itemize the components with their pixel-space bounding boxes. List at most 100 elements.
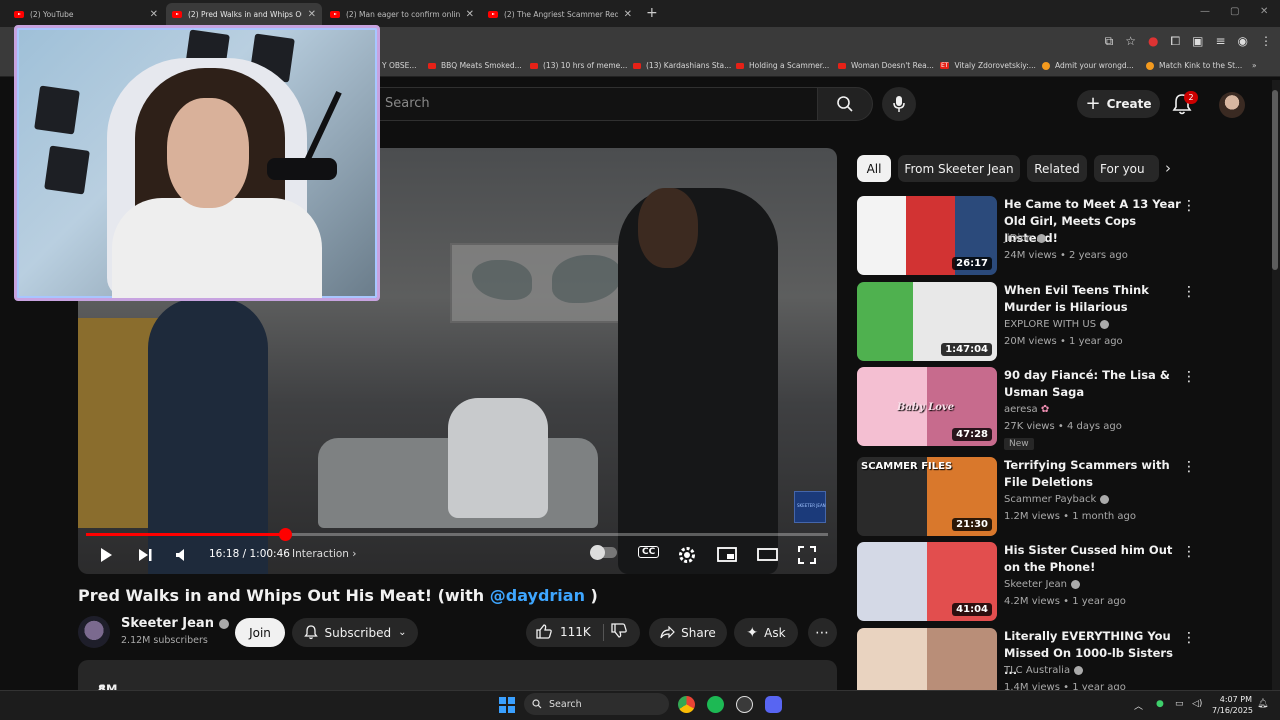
recommendation-channel[interactable]: JiDion xyxy=(1004,233,1046,244)
taskbar-search[interactable]: Search xyxy=(524,693,669,715)
windows-start-icon[interactable] xyxy=(499,697,515,713)
recommendation-item[interactable]: 1:47:04 When Evil Teens Think Murder is … xyxy=(857,282,1262,362)
bookmark-item[interactable]: Y OBSE... xyxy=(382,61,417,70)
network-icon[interactable]: ▭ xyxy=(1175,699,1184,709)
bookmark-item[interactable]: Woman Doesn't Rea... xyxy=(838,61,934,70)
recommendation-item[interactable]: 41:04 His Sister Cussed him Out on the P… xyxy=(857,542,1262,622)
bookmark-item[interactable]: ET Vitaly Zdorovetskiy:... xyxy=(940,61,1036,70)
video-thumbnail[interactable]: 26:17 xyxy=(857,196,997,275)
recommendation-channel[interactable]: Skeeter Jean xyxy=(1004,579,1081,590)
close-window-icon[interactable]: ✕ xyxy=(1260,6,1268,17)
voice-search-button[interactable] xyxy=(882,87,916,121)
bookmark-item[interactable]: (13) Kardashians Sta... xyxy=(633,61,731,70)
chrome-icon[interactable] xyxy=(678,696,695,713)
search-input[interactable]: Search xyxy=(372,87,817,121)
subscribed-button[interactable]: Subscribed ⌄ xyxy=(292,618,418,647)
minimize-icon[interactable]: — xyxy=(1200,6,1210,17)
chip-from-channel[interactable]: From Skeeter Jean xyxy=(898,155,1020,182)
search-button[interactable] xyxy=(817,87,873,121)
chapter-button[interactable]: Interaction › xyxy=(292,548,357,560)
video-thumbnail[interactable]: SCAMMER FILES 21:30 xyxy=(857,457,997,536)
theater-mode-icon[interactable] xyxy=(757,548,778,561)
tab-close-icon[interactable]: ✕ xyxy=(150,9,158,20)
thumbs-down-icon[interactable] xyxy=(611,623,627,638)
channel-watermark[interactable]: SKEETER JEAN xyxy=(794,491,826,523)
recommendation-channel[interactable]: Scammer Payback xyxy=(1004,494,1110,505)
more-actions-button[interactable]: ⋯ xyxy=(808,618,837,647)
settings-gear-icon[interactable] xyxy=(678,546,696,564)
obs-icon[interactable] xyxy=(736,696,753,713)
page-scrollbar[interactable] xyxy=(1272,80,1280,690)
bookmark-star-icon[interactable]: ☆ xyxy=(1125,34,1136,49)
more-vertical-icon[interactable]: ⋮ xyxy=(1182,198,1196,214)
captions-icon[interactable]: CC xyxy=(638,546,660,558)
progress-bar[interactable] xyxy=(86,528,828,541)
tab-close-icon[interactable]: ✕ xyxy=(624,9,632,20)
browser-tab-man-eager[interactable]: (2) Man eager to confirm onlin ✕ xyxy=(324,3,480,25)
volume-icon[interactable] xyxy=(175,548,191,562)
create-button[interactable]: + Create xyxy=(1077,90,1160,118)
channel-name[interactable]: Skeeter Jean xyxy=(121,616,229,631)
extension-icon[interactable]: ● xyxy=(1148,34,1158,49)
maximize-icon[interactable]: ▢ xyxy=(1230,6,1239,17)
install-app-icon[interactable]: ⧉ xyxy=(1105,34,1114,49)
video-thumbnail[interactable]: 41:04 xyxy=(857,542,997,621)
speaker-icon[interactable]: ◁) xyxy=(1192,699,1202,709)
recommendation-title[interactable]: His Sister Cussed him Out on the Phone! xyxy=(1004,542,1189,576)
more-vertical-icon[interactable]: ⋮ xyxy=(1182,284,1196,300)
more-vertical-icon[interactable]: ⋮ xyxy=(1182,369,1196,385)
recommendation-item[interactable]: Literally EVERYTHING You Missed On 1000-… xyxy=(857,628,1262,690)
tab-close-icon[interactable]: ✕ xyxy=(308,9,316,20)
tab-close-icon[interactable]: ✕ xyxy=(466,9,474,20)
bookmark-item[interactable]: Match Kink to the St... xyxy=(1146,61,1242,70)
recommendation-title[interactable]: Terrifying Scammers with File Deletions xyxy=(1004,457,1189,491)
bookmarks-overflow-icon[interactable]: » xyxy=(1252,61,1257,70)
recommendation-title[interactable]: 90 day Fiancé: The Lisa & Usman Saga xyxy=(1004,367,1189,401)
profile-icon[interactable]: ◉ xyxy=(1238,34,1248,49)
video-thumbnail[interactable]: 1:47:04 xyxy=(857,282,997,361)
bookmark-item[interactable]: Holding a Scammer... xyxy=(736,61,829,70)
media-controls-icon[interactable]: ≡ xyxy=(1215,34,1225,49)
notification-center-icon[interactable]: 🔔︎ xyxy=(1257,699,1268,709)
recommendation-channel[interactable]: EXPLORE WITH US xyxy=(1004,319,1110,330)
recommendation-channel[interactable]: aeresa ✿ xyxy=(1004,404,1049,415)
ask-button[interactable]: ✦ Ask xyxy=(734,618,798,647)
fullscreen-icon[interactable] xyxy=(798,546,816,564)
chip-for-you[interactable]: For you xyxy=(1094,155,1159,182)
more-vertical-icon[interactable]: ⋮ xyxy=(1182,459,1196,475)
more-vertical-icon[interactable]: ⋮ xyxy=(1182,630,1196,646)
play-icon[interactable] xyxy=(98,547,114,563)
chip-all[interactable]: All xyxy=(857,155,891,182)
recommendation-channel[interactable]: TLC Australia xyxy=(1004,665,1084,676)
recommendation-item[interactable]: 26:17 He Came to Meet A 13 Year Old Girl… xyxy=(857,196,1262,276)
spotify-icon[interactable] xyxy=(707,696,724,713)
join-button[interactable]: Join xyxy=(235,618,285,647)
autoplay-toggle[interactable] xyxy=(590,545,617,562)
bookmark-item[interactable]: Admit your wrongd... xyxy=(1042,61,1134,70)
more-vertical-icon[interactable]: ⋮ xyxy=(1182,544,1196,560)
scrollbar-thumb[interactable] xyxy=(1272,90,1278,270)
like-button[interactable]: 111K xyxy=(536,624,591,639)
video-thumbnail[interactable] xyxy=(857,628,997,690)
bookmark-item[interactable]: BBQ Meats Smoked... xyxy=(428,61,522,70)
microphone-tray-icon[interactable]: ● xyxy=(1156,699,1164,709)
recommendation-item[interactable]: Baby Love 47:28 90 day Fiancé: The Lisa … xyxy=(857,367,1262,450)
browser-tab-youtube[interactable]: (2) YouTube ✕ xyxy=(8,3,164,25)
chip-related[interactable]: Related xyxy=(1027,155,1087,182)
mention-link[interactable]: @daydrian xyxy=(490,586,585,605)
new-tab-plus-icon[interactable]: + xyxy=(646,5,658,21)
miniplayer-icon[interactable] xyxy=(717,547,737,562)
browser-tab-angriest-scammer[interactable]: (2) The Angriest Scammer Redu ✕ xyxy=(482,3,638,25)
channel-avatar[interactable] xyxy=(78,616,110,648)
share-button[interactable]: Share xyxy=(649,618,727,647)
recommendation-item[interactable]: SCAMMER FILES 21:30 Terrifying Scammers … xyxy=(857,457,1262,537)
browser-menu-icon[interactable]: ⋮ xyxy=(1260,34,1272,49)
tray-overflow-chevron-icon[interactable]: ︿ xyxy=(1134,699,1143,712)
bookmark-item[interactable]: (13) 10 hrs of meme... xyxy=(530,61,627,70)
browser-tab-active-video[interactable]: (2) Pred Walks in and Whips Out ✕ xyxy=(166,3,322,25)
next-video-icon[interactable] xyxy=(137,547,153,563)
account-avatar[interactable] xyxy=(1219,92,1245,118)
chevron-right-icon[interactable]: › xyxy=(1165,159,1171,177)
taskbar-clock[interactable]: 4:07 PM 7/16/2025 xyxy=(1212,694,1253,716)
discord-icon[interactable] xyxy=(765,696,782,713)
